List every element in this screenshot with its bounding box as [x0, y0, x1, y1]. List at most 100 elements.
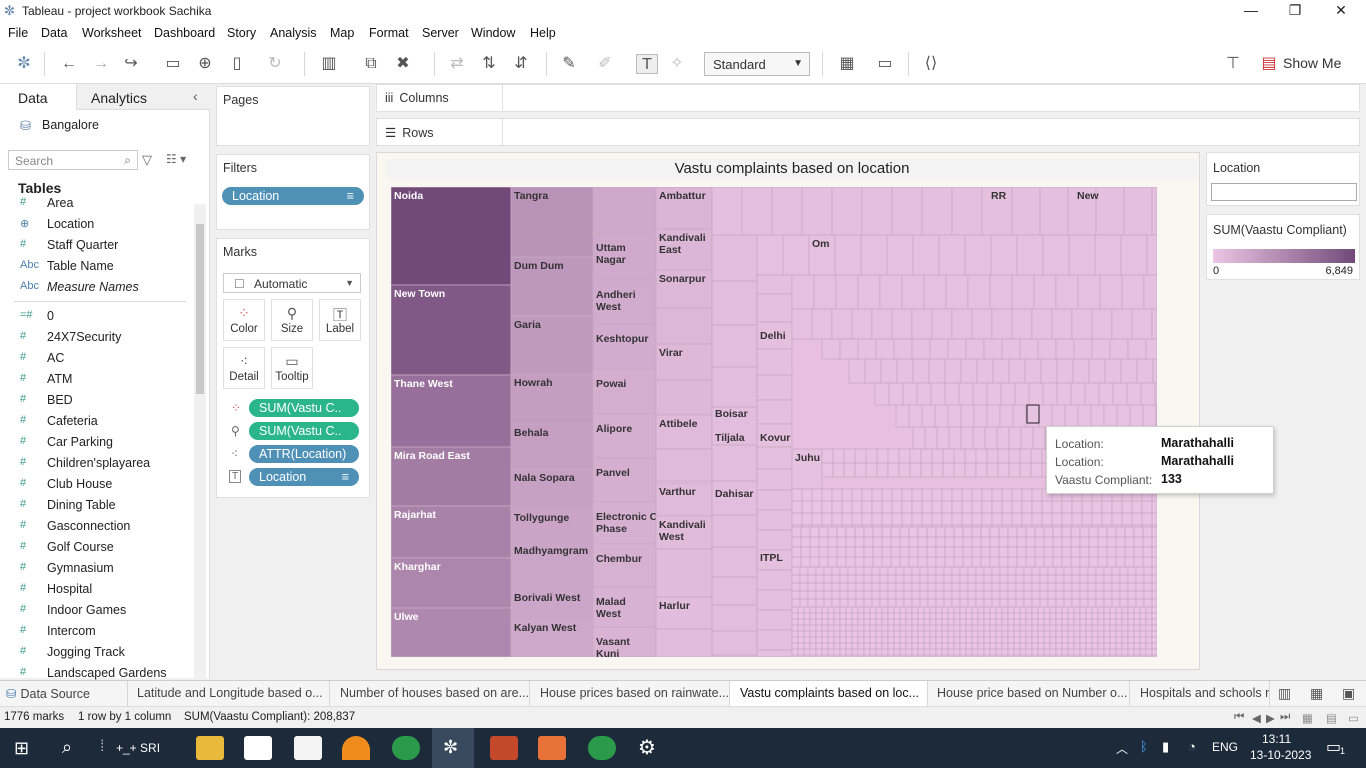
- treemap-cell[interactable]: [999, 582, 1009, 592]
- treemap-cell[interactable]: [1103, 642, 1111, 650]
- treemap-cell[interactable]: [871, 488, 883, 502]
- treemap-cell[interactable]: [851, 500, 863, 514]
- treemap-cell[interactable]: [1061, 636, 1069, 644]
- treemap-cell[interactable]: [1031, 566, 1041, 576]
- tableau-taskbar-active[interactable]: ✼: [432, 728, 474, 768]
- treemap-cell[interactable]: [872, 546, 883, 558]
- treemap-cell[interactable]: [869, 636, 877, 644]
- treemap-cell[interactable]: [1103, 648, 1111, 656]
- treemap-cell[interactable]: [1055, 618, 1063, 626]
- treemap-cell[interactable]: [908, 556, 919, 568]
- treemap-cell[interactable]: [1079, 566, 1089, 576]
- treemap-cell[interactable]: [944, 556, 955, 568]
- treemap-cell[interactable]: [929, 618, 937, 626]
- treemap-cell[interactable]: [1034, 526, 1045, 538]
- treemap-cell[interactable]: [1088, 358, 1106, 384]
- treemap-cell[interactable]: [899, 624, 907, 632]
- treemap-cell[interactable]: [1021, 488, 1033, 502]
- treemap-cell[interactable]: [1119, 598, 1129, 608]
- treemap-cell[interactable]: [1043, 654, 1051, 657]
- treemap-cell[interactable]: [1131, 500, 1143, 514]
- treemap-cell[interactable]: [1032, 426, 1046, 450]
- treemap-cell[interactable]: [1139, 648, 1147, 656]
- treemap-cell[interactable]: [917, 536, 928, 548]
- treemap-cell[interactable]: [1151, 556, 1157, 568]
- treemap-cell[interactable]: [799, 574, 809, 584]
- treemap-cell[interactable]: [1007, 566, 1017, 576]
- treemap-cell[interactable]: [1121, 630, 1129, 638]
- treemap-cell[interactable]: [863, 612, 871, 620]
- treemap-cell[interactable]: [991, 512, 1003, 526]
- treemap-cell[interactable]: [890, 526, 901, 538]
- treemap-cell[interactable]: [803, 630, 811, 638]
- treemap-cell[interactable]: [807, 582, 817, 592]
- treemap-cell[interactable]: [871, 590, 881, 600]
- treemap-cell[interactable]: [1055, 624, 1063, 632]
- treemap-cell[interactable]: [903, 582, 913, 592]
- treemap-cell[interactable]: [1133, 546, 1144, 558]
- treemap-cell[interactable]: [921, 512, 933, 526]
- treemap-cell[interactable]: [995, 624, 1003, 632]
- treemap-cell[interactable]: [1121, 512, 1133, 526]
- treemap-cell[interactable]: [1041, 512, 1053, 526]
- treemap-cell[interactable]: [881, 630, 889, 638]
- treemap-cell[interactable]: [1097, 636, 1105, 644]
- treemap-cell[interactable]: [998, 526, 1009, 538]
- treemap-cell[interactable]: [831, 574, 841, 584]
- field-item[interactable]: # Children'splayarea: [0, 454, 190, 474]
- sheet-tab[interactable]: House price based on Number o...: [928, 681, 1130, 707]
- treemap-cell[interactable]: [809, 536, 820, 548]
- treemap-cell[interactable]: [857, 648, 865, 656]
- treemap-cell[interactable]: [797, 654, 805, 657]
- treemap-cell[interactable]: [1019, 448, 1032, 464]
- treemap-cell[interactable]: [916, 382, 932, 406]
- treemap-cell[interactable]: [905, 624, 913, 632]
- treemap-cell[interactable]: [1013, 618, 1021, 626]
- treemap-cell[interactable]: [1099, 274, 1123, 310]
- treemap-cell[interactable]: [791, 598, 801, 608]
- treemap-cell[interactable]: [989, 654, 997, 657]
- treemap-cell[interactable]: [983, 648, 991, 656]
- treemap-cell[interactable]: [908, 526, 919, 538]
- treemap-cell[interactable]: [905, 618, 913, 626]
- treemap-cell[interactable]: [911, 566, 921, 576]
- mail-icon[interactable]: [294, 736, 322, 760]
- treemap-cell[interactable]: [890, 546, 901, 558]
- treemap-cell[interactable]: [1127, 606, 1135, 614]
- treemap-cell[interactable]: [1047, 590, 1057, 600]
- treemap-cell[interactable]: [881, 606, 889, 614]
- treemap-cell[interactable]: [1043, 606, 1051, 614]
- treemap-cell[interactable]: [991, 590, 1001, 600]
- treemap-cell[interactable]: [1145, 618, 1153, 626]
- treemap-cell[interactable]: [1133, 630, 1141, 638]
- treemap-cell[interactable]: [989, 624, 997, 632]
- treemap-cell[interactable]: [1133, 648, 1141, 656]
- field-item[interactable]: # Area: [0, 194, 190, 214]
- treemap-cell[interactable]: [1103, 630, 1111, 638]
- treemap-cell[interactable]: [975, 566, 985, 576]
- treemap-cell[interactable]: [893, 636, 901, 644]
- treemap-cell[interactable]: [935, 546, 946, 558]
- treemap-cell[interactable]: [967, 598, 977, 608]
- treemap-cell[interactable]: [986, 382, 1002, 406]
- treemap-cell[interactable]: [905, 630, 913, 638]
- treemap-cell[interactable]: [1037, 618, 1045, 626]
- treemap-cell[interactable]: [1111, 500, 1123, 514]
- treemap-cell[interactable]: [1151, 654, 1157, 657]
- treemap-cell[interactable]: [953, 654, 961, 657]
- treemap-cell[interactable]: [821, 500, 833, 514]
- treemap-cell[interactable]: [803, 612, 811, 620]
- treemap-cell[interactable]: [592, 323, 657, 370]
- treemap-cell[interactable]: [981, 488, 993, 502]
- treemap-cell[interactable]: [1085, 612, 1093, 620]
- treemap-cell[interactable]: [931, 500, 943, 514]
- refresh-icon[interactable]: ↻: [264, 54, 286, 74]
- treemap-cell[interactable]: [951, 500, 963, 514]
- treemap-cell[interactable]: [1019, 642, 1027, 650]
- treemap-cell[interactable]: [983, 582, 993, 592]
- treemap-cell[interactable]: [887, 636, 895, 644]
- treemap-cell[interactable]: [847, 598, 857, 608]
- treemap-cell[interactable]: [1051, 512, 1063, 526]
- treemap-cell[interactable]: [797, 630, 805, 638]
- treemap-cell[interactable]: [1019, 648, 1027, 656]
